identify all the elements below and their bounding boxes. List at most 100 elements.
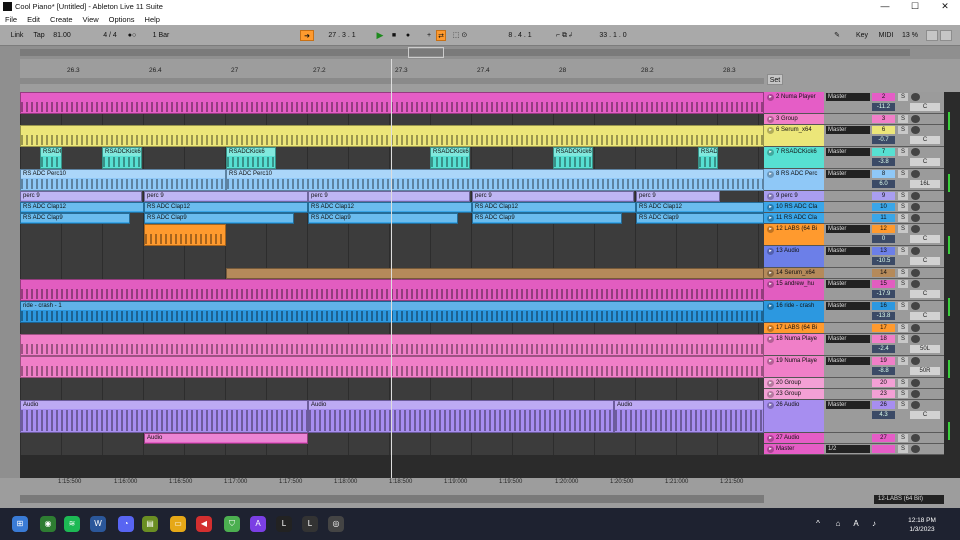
clip[interactable] <box>20 92 764 114</box>
pan-field[interactable]: C <box>910 257 940 265</box>
draw-mode-icon[interactable]: ✎ <box>832 30 842 41</box>
track-activator[interactable]: 10 <box>872 203 895 211</box>
volume-field[interactable]: -17.9 <box>872 290 895 298</box>
arm-button[interactable] <box>911 434 920 442</box>
track-fold-icon[interactable]: ▸ <box>767 149 774 156</box>
arm-button[interactable] <box>911 280 920 288</box>
arm-button[interactable] <box>911 203 920 211</box>
volume-field[interactable]: -2.4 <box>872 345 895 353</box>
arm-button[interactable] <box>911 192 920 200</box>
track-activator[interactable]: 12 <box>872 225 895 233</box>
clip[interactable] <box>144 224 226 246</box>
clip[interactable]: Audio <box>614 400 764 433</box>
output-routing-select[interactable]: Master <box>826 170 870 178</box>
track-activator[interactable]: 18 <box>872 335 895 343</box>
app-a-icon[interactable]: A <box>250 516 266 532</box>
track-activator[interactable]: 2 <box>872 93 895 101</box>
automation-arm-icon[interactable]: ⇄ <box>436 30 446 41</box>
clip[interactable]: RS ADC Clap9 <box>472 213 622 224</box>
track-lane[interactable] <box>20 268 764 279</box>
track-activator[interactable]: 16 <box>872 302 895 310</box>
live-taskbar-icon[interactable]: L <box>276 516 292 532</box>
track-activator[interactable]: 11 <box>872 214 895 222</box>
track-header[interactable]: ▸ 13 Audio <box>764 246 824 268</box>
track-fold-icon[interactable]: ▸ <box>767 171 774 178</box>
solo-button[interactable]: S <box>898 126 908 134</box>
live-taskbar-icon-active[interactable]: L <box>302 516 318 532</box>
volume-field[interactable]: 6.0 <box>872 180 895 188</box>
output-routing-select[interactable]: Master <box>826 148 870 156</box>
output-routing-select[interactable]: Master <box>826 357 870 365</box>
menu-create[interactable]: Create <box>45 15 78 24</box>
solo-button[interactable]: S <box>898 225 908 233</box>
track-activator[interactable]: 26 <box>872 401 895 409</box>
notepad-icon[interactable]: ▤ <box>142 516 158 532</box>
pan-field[interactable]: C <box>910 103 940 111</box>
key-map-button[interactable]: Key <box>852 30 872 41</box>
track-header[interactable]: ▸ 10 RS ADC Cla <box>764 202 824 213</box>
quantize-menu[interactable]: 1 Bar <box>146 30 176 41</box>
clip[interactable] <box>20 356 764 378</box>
track-lane[interactable] <box>20 92 764 114</box>
track-lane[interactable] <box>20 125 764 147</box>
loop-brace[interactable] <box>20 78 764 84</box>
solo-button[interactable]: S <box>898 247 908 255</box>
close-button[interactable]: ✕ <box>930 0 960 13</box>
track-lane[interactable] <box>20 334 764 356</box>
track-activator[interactable]: 7 <box>872 148 895 156</box>
clip[interactable]: RSADCKick6 <box>698 147 718 169</box>
chrome-icon[interactable]: ◉ <box>40 516 56 532</box>
track-header[interactable]: ▸ 8 RS ADC Perc <box>764 169 824 191</box>
track-fold-icon[interactable]: ▸ <box>767 303 774 310</box>
track-lane[interactable] <box>20 378 764 389</box>
overview-window[interactable] <box>408 47 444 58</box>
arm-button[interactable] <box>911 335 920 343</box>
track-fold-icon[interactable]: ▸ <box>767 391 774 398</box>
network-icon[interactable]: ⌂ <box>832 516 844 532</box>
track-header[interactable]: ▸ 20 Group <box>764 378 824 389</box>
track-lane[interactable] <box>20 279 764 301</box>
clip[interactable]: RS ADC Clap12 <box>472 202 636 213</box>
clip[interactable]: perc 9 <box>144 191 308 202</box>
pan-field[interactable]: C <box>910 290 940 298</box>
track-activator[interactable]: 13 <box>872 247 895 255</box>
clip[interactable]: perc 9 <box>636 191 720 202</box>
clip[interactable]: perc 9 <box>308 191 470 202</box>
clip[interactable]: RS ADC Clap9 <box>308 213 458 224</box>
stop-icon[interactable]: ■ <box>388 30 400 41</box>
track-fold-icon[interactable]: ▸ <box>767 193 774 200</box>
clip[interactable] <box>20 279 764 301</box>
arm-button[interactable] <box>911 445 920 453</box>
track-header[interactable]: ▸ 3 Group <box>764 114 824 125</box>
arm-button[interactable] <box>911 214 920 222</box>
track-lane[interactable]: RSADCKick6 RSADCKick6 RSADCKick6 RSADCKick6… <box>20 147 764 169</box>
arm-button[interactable] <box>911 115 920 123</box>
speaker-icon[interactable]: ♪ <box>868 516 880 532</box>
capture-icon[interactable]: ⬚ ⊙ <box>448 30 472 41</box>
menu-options[interactable]: Options <box>104 15 140 24</box>
clip[interactable]: RSADCKick6 <box>40 147 62 169</box>
clip[interactable]: RS ADC Clap12 <box>308 202 472 213</box>
volume-field[interactable]: -8.8 <box>872 367 895 375</box>
clip[interactable]: RSADCKick6 <box>102 147 142 169</box>
track-fold-icon[interactable]: ▸ <box>767 226 774 233</box>
track-activator[interactable]: 8 <box>872 170 895 178</box>
track-activator[interactable]: 23 <box>872 390 895 398</box>
taskbar-clock[interactable]: 12:18 PM 1/3/2023 <box>900 516 944 534</box>
solo-button[interactable]: S <box>898 280 908 288</box>
track-fold-icon[interactable]: ▸ <box>767 446 774 453</box>
clip[interactable]: RS ADC Perc10 <box>226 169 764 191</box>
time-signature-field[interactable]: 4 / 4 <box>98 30 122 41</box>
volume-field[interactable]: 4.3 <box>872 411 895 419</box>
track-fold-icon[interactable]: ▸ <box>767 336 774 343</box>
track-fold-icon[interactable]: ▸ <box>767 270 774 277</box>
track-lane[interactable] <box>20 323 764 334</box>
track-lane[interactable] <box>20 246 764 268</box>
clip[interactable]: Audio <box>20 400 308 433</box>
punch-loop-icons[interactable]: ⌐ ⧉ ↲ <box>544 30 584 41</box>
track-activator[interactable]: 14 <box>872 269 895 277</box>
clip[interactable]: RS ADC Clap9 <box>144 213 294 224</box>
solo-button[interactable]: S <box>898 203 908 211</box>
set-locator-button[interactable]: Set <box>767 74 783 85</box>
track-activator[interactable]: 17 <box>872 324 895 332</box>
